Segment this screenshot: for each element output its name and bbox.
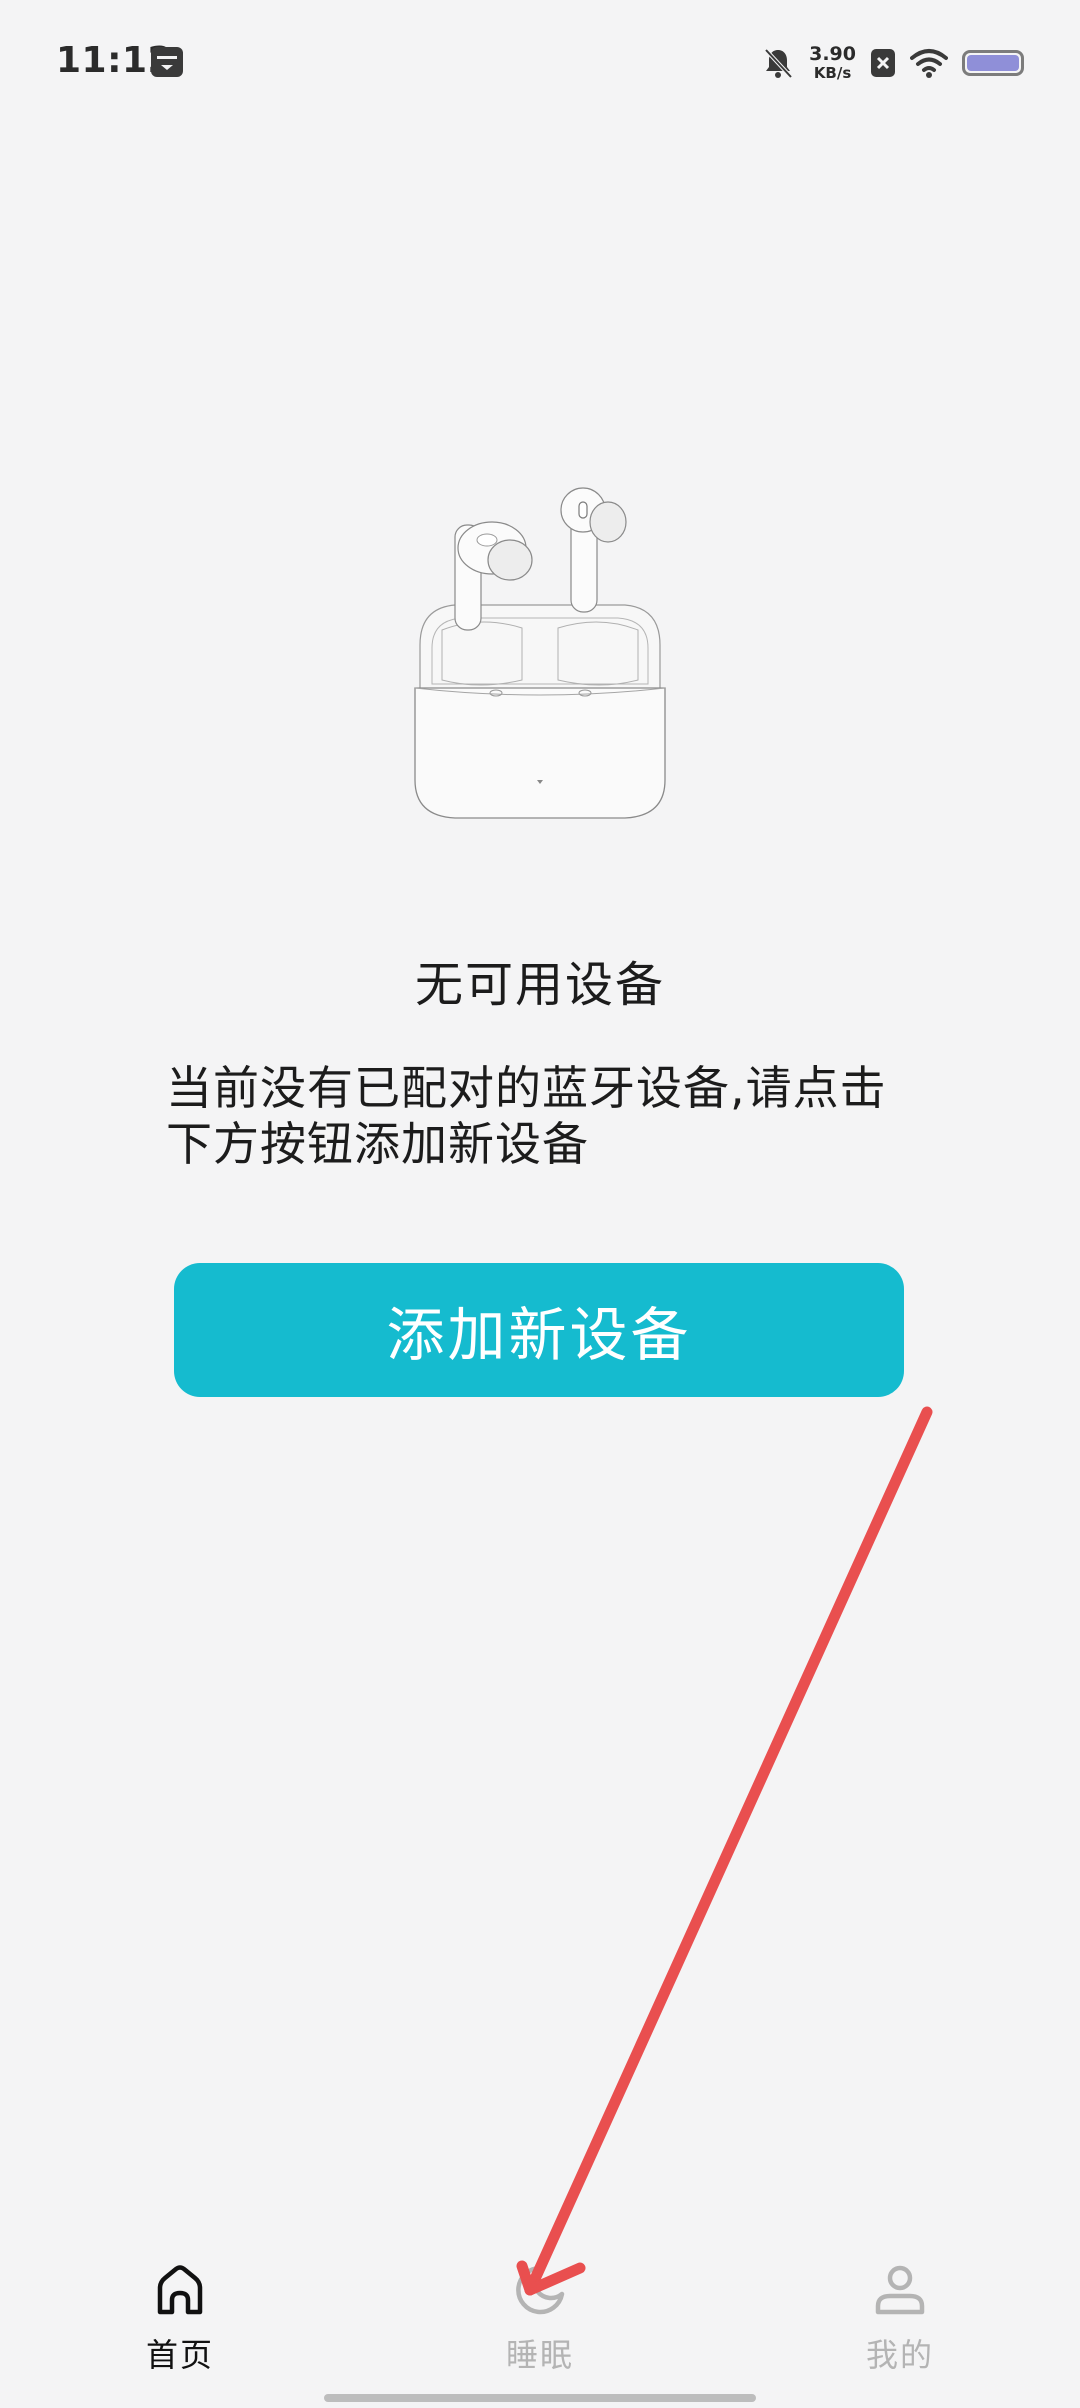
annotation-arrow bbox=[516, 1406, 933, 2296]
battery-icon bbox=[962, 50, 1024, 76]
moon-icon bbox=[516, 2265, 565, 2315]
nav-label-sleep: 睡眠 bbox=[505, 2336, 574, 2374]
network-speed-value: 3.90 bbox=[809, 43, 856, 65]
nav-label-home: 首页 bbox=[145, 2336, 214, 2374]
nav-item-home[interactable]: 首页 bbox=[80, 2260, 280, 2380]
annotation-arrow-shaft bbox=[524, 1406, 933, 2296]
network-speed-unit: KB/s bbox=[813, 64, 852, 82]
person-icon bbox=[875, 2265, 925, 2315]
nav-label-me: 我的 bbox=[865, 2336, 934, 2374]
nav-item-sleep[interactable]: 睡眠 bbox=[440, 2260, 640, 2380]
no-sim-icon bbox=[871, 49, 895, 77]
bell-muted-icon bbox=[764, 48, 793, 79]
home-icon bbox=[157, 2265, 203, 2315]
battery-level bbox=[967, 55, 1019, 71]
earbuds-case-illustration bbox=[414, 487, 666, 819]
empty-state-title: 无可用设备 bbox=[414, 957, 665, 1013]
nav-item-me[interactable]: 我的 bbox=[800, 2260, 1000, 2380]
network-speed: 3.90 KB/s bbox=[809, 45, 856, 81]
wifi-icon bbox=[910, 49, 948, 78]
empty-state-description: 当前没有已配对的蓝牙设备,请点击下方按钮添加新设备 bbox=[166, 1061, 887, 1171]
status-bar: 11:12 3.90 KB/s bbox=[0, 0, 1080, 130]
calendar-icon bbox=[151, 47, 183, 77]
bottom-navigation: 首页 睡眠 我的 bbox=[0, 2240, 1080, 2380]
home-indicator[interactable] bbox=[324, 2394, 756, 2402]
add-new-device-button[interactable]: 添加新设备 bbox=[174, 1263, 904, 1397]
status-icons: 3.90 KB/s bbox=[761, 38, 1024, 88]
